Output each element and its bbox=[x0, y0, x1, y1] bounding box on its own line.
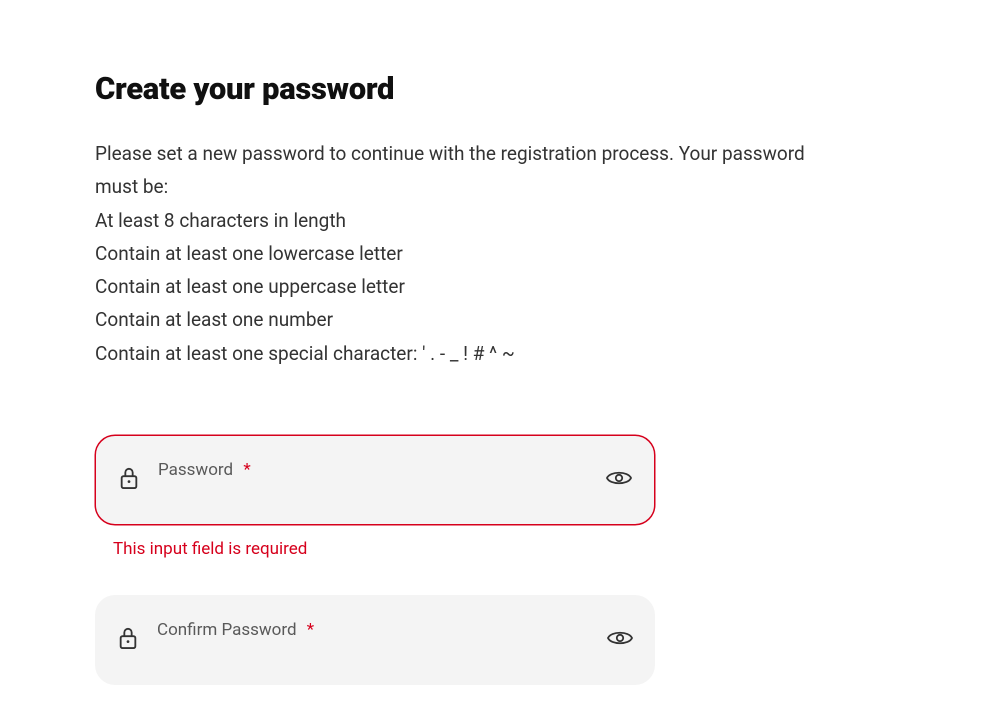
password-label: Password * bbox=[158, 460, 606, 480]
rule-length: At least 8 characters in length bbox=[95, 204, 815, 237]
confirm-password-label-text: Confirm Password bbox=[157, 620, 297, 640]
instructions-block: Please set a new password to continue wi… bbox=[95, 137, 815, 370]
confirm-password-input[interactable] bbox=[157, 640, 607, 660]
password-input[interactable] bbox=[158, 480, 606, 500]
password-field-body: Password * bbox=[158, 460, 606, 500]
password-setup-form: Create your password Please set a new pa… bbox=[95, 70, 815, 685]
password-field-wrap[interactable]: Password * bbox=[95, 435, 655, 525]
password-label-text: Password bbox=[158, 460, 233, 480]
form-fields: Password * This input field is required bbox=[95, 435, 655, 685]
rule-lowercase: Contain at least one lowercase letter bbox=[95, 237, 815, 270]
rule-uppercase: Contain at least one uppercase letter bbox=[95, 270, 815, 303]
password-error-message: This input field is required bbox=[113, 539, 655, 559]
field-gap bbox=[95, 559, 655, 595]
rule-number: Contain at least one number bbox=[95, 303, 815, 336]
confirm-password-required-asterisk: * bbox=[307, 620, 314, 640]
confirm-password-field-wrap[interactable]: Confirm Password * bbox=[95, 595, 655, 685]
instructions-intro: Please set a new password to continue wi… bbox=[95, 137, 815, 204]
page-title: Create your password bbox=[95, 70, 815, 107]
lock-icon bbox=[118, 465, 140, 495]
confirm-password-field-body: Confirm Password * bbox=[157, 620, 607, 660]
rule-special: Contain at least one special character: … bbox=[95, 337, 815, 370]
confirm-password-label: Confirm Password * bbox=[157, 620, 607, 640]
lock-icon bbox=[117, 625, 139, 655]
eye-icon[interactable] bbox=[606, 469, 632, 491]
eye-icon[interactable] bbox=[607, 629, 633, 651]
password-required-asterisk: * bbox=[243, 460, 250, 480]
